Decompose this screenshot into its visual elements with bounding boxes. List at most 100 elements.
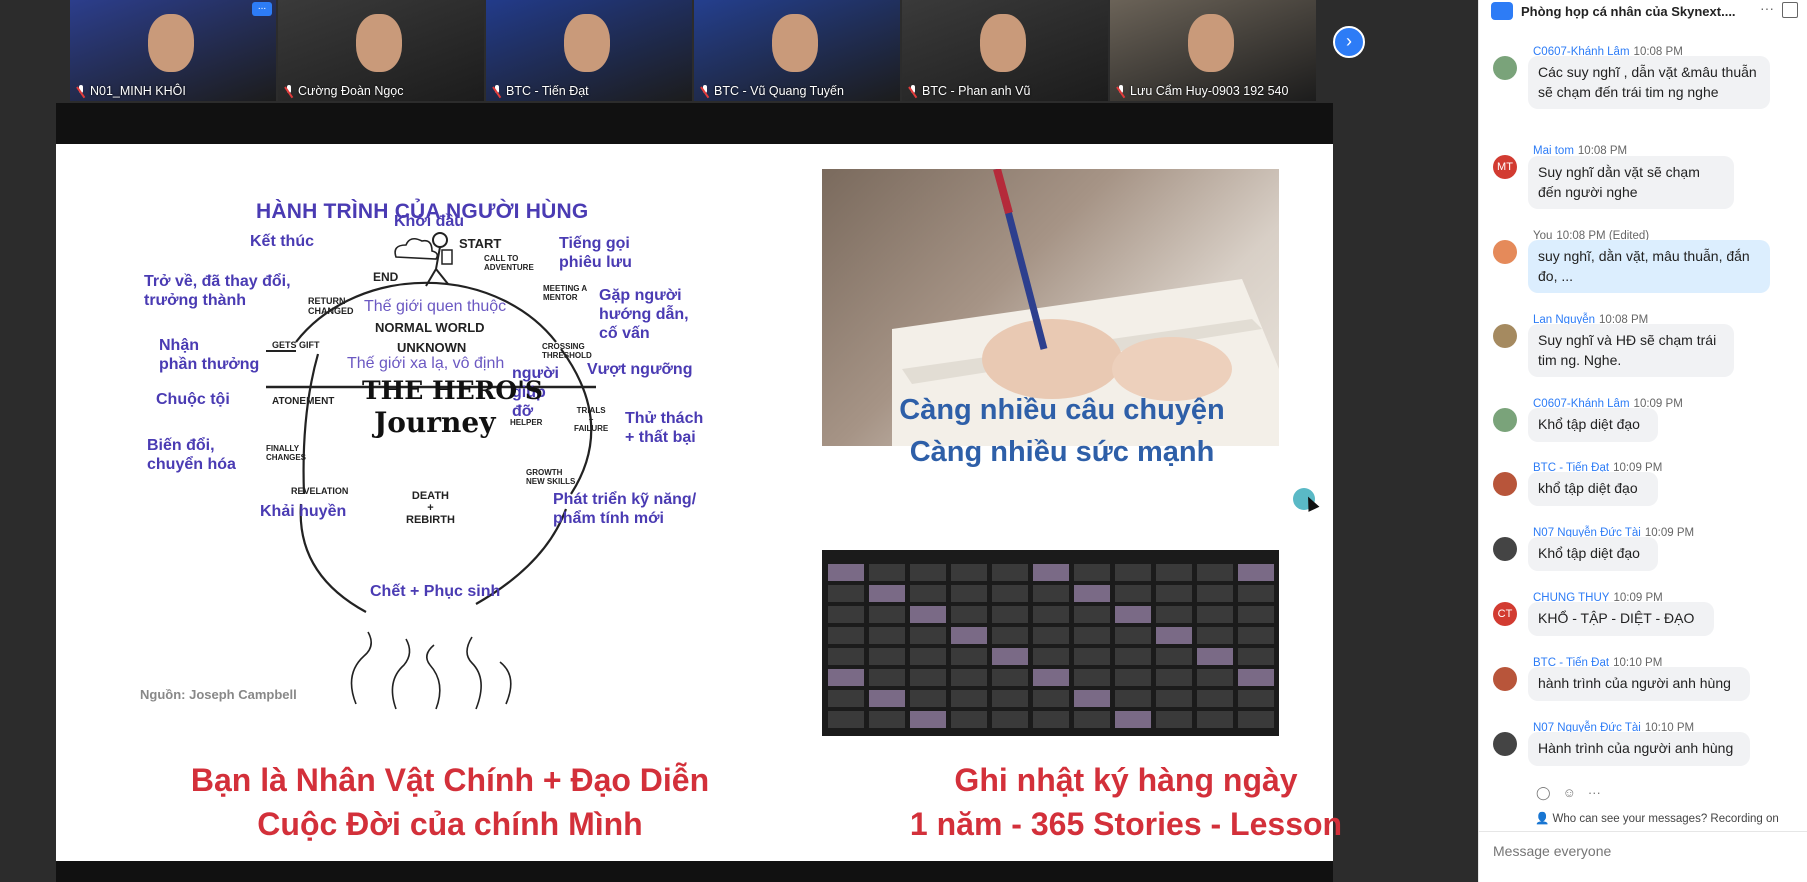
- message-bubble[interactable]: Suy nghĩ dằn vặt sẽ chạm đến người nghe: [1528, 156, 1734, 209]
- thumbnail-card: [1238, 648, 1274, 665]
- participant-tile[interactable]: Cường Đoàn Ngọc: [278, 0, 484, 101]
- thumbnail-card: [1238, 585, 1274, 602]
- bottom-left-line-2: Cuộc Đời của chính Mình: [257, 806, 643, 842]
- thumbnail-card: [951, 606, 987, 623]
- diagram-end: END: [373, 270, 399, 284]
- reply-icon[interactable]: ◯: [1536, 785, 1551, 801]
- thumbnail-card: [910, 711, 946, 728]
- thumbnail-card: [1238, 711, 1274, 728]
- thumbnail-card: [992, 564, 1028, 581]
- participant-name-text: BTC - Vũ Quang Tuyến: [714, 84, 844, 98]
- avatar: [1493, 240, 1517, 264]
- diagram-death: DEATH + REBIRTH: [406, 490, 455, 526]
- mic-off-icon: [908, 85, 918, 97]
- mic-off-icon: [284, 85, 294, 97]
- label-chet-phuc-sinh: Chết + Phục sinh: [370, 583, 501, 600]
- thumbnail-card: [992, 690, 1028, 707]
- chat-header: Phòng họp cá nhân của Skynext.... ···: [1479, 0, 1807, 22]
- diagram-meeting: MEETING A MENTOR: [543, 284, 588, 302]
- participant-tile[interactable]: ... N01_MINH KHÔI: [70, 0, 276, 101]
- thumbnail-card: [951, 669, 987, 686]
- tile-more-button[interactable]: ...: [252, 2, 272, 16]
- diagram-normal: NORMAL WORLD: [375, 320, 485, 335]
- diagram-helper: HELPER: [510, 418, 543, 427]
- thumbnail-card: [1074, 606, 1110, 623]
- thumbnail-card: [869, 606, 905, 623]
- shared-slide: HÀNH TRÌNH CỦA NGƯỜI HÙNG Kết thúc Khởi …: [56, 144, 1342, 861]
- thumbnail-card: [1074, 690, 1110, 707]
- thumbnail-card: [1156, 648, 1192, 665]
- thumbnail-card: [1115, 585, 1151, 602]
- participant-name-text: Lưu Cẩm Huy-0903 192 540: [1130, 84, 1289, 98]
- next-page-button[interactable]: ›: [1333, 26, 1365, 58]
- message-input-area: [1479, 831, 1807, 882]
- headline-line-1: Càng nhiều câu chuyện: [899, 394, 1225, 426]
- thumbnail-card: [869, 711, 905, 728]
- thumbnail-card: [992, 711, 1028, 728]
- mic-off-icon: [1116, 85, 1126, 97]
- mic-off-icon: [76, 85, 86, 97]
- thumbnail-card: [910, 669, 946, 686]
- message-bubble[interactable]: Các suy nghĩ , dẫn vặt &mâu thuẫn sẽ chạ…: [1528, 56, 1770, 109]
- emoji-icon[interactable]: ☺: [1563, 785, 1576, 801]
- message-bubble[interactable]: Khổ tập diệt đạo: [1528, 537, 1658, 571]
- participant-name: Cường Đoàn Ngọc: [284, 84, 404, 98]
- participant-name: N01_MINH KHÔI: [76, 84, 186, 98]
- message-bubble[interactable]: Hành trình của người anh hùng: [1528, 732, 1750, 766]
- participant-face: [980, 14, 1026, 72]
- participant-tile[interactable]: Lưu Cẩm Huy-0903 192 540: [1110, 0, 1316, 101]
- more-options-icon[interactable]: ···: [1760, 0, 1774, 16]
- participant-tile[interactable]: BTC - Tiến Đạt: [486, 0, 692, 101]
- label-khai-huyen: Khải huyền: [260, 503, 347, 520]
- message-input[interactable]: [1491, 842, 1785, 860]
- thumbnail-card: [1156, 669, 1192, 686]
- thumbnail-card: [828, 711, 864, 728]
- thumbnail-card: [910, 585, 946, 602]
- label-gap-nguoi: Gặp người hướng dẫn, cố vấn: [599, 287, 689, 342]
- diagram-unknown: UNKNOWN: [397, 340, 467, 355]
- message-bubble[interactable]: Suy nghĩ và HĐ sẽ chạm trái tim ng. Nghe…: [1528, 324, 1734, 377]
- message-bubble[interactable]: KHỔ - TẬP - DIỆT - ĐẠO: [1528, 602, 1714, 636]
- thumbnail-card: [828, 585, 864, 602]
- participant-tile[interactable]: BTC - Phan anh Vũ: [902, 0, 1108, 101]
- thumbnail-card: [869, 627, 905, 644]
- privacy-note[interactable]: 👤 Who can see your messages? Recording o…: [1535, 811, 1779, 825]
- avatar: [1493, 472, 1517, 496]
- diagram-finally: FINALLY CHANGES: [266, 444, 307, 462]
- thumbnail-card: [1033, 564, 1069, 581]
- message-bubble[interactable]: Khổ tập diệt đạo: [1528, 408, 1658, 442]
- thumbnail-card: [828, 606, 864, 623]
- message-bubble[interactable]: suy nghĩ, dằn vặt, mâu thuẫn, đắn đo, ..…: [1528, 240, 1770, 293]
- thumbnail-card: [910, 648, 946, 665]
- participant-tile[interactable]: BTC - Vũ Quang Tuyến: [694, 0, 900, 101]
- thumbnail-card: [1074, 711, 1110, 728]
- thumbnail-card: [1197, 648, 1233, 665]
- participant-strip: ... N01_MINH KHÔI Cường Đoàn Ngọc BTC - Tiế…: [70, 0, 1320, 101]
- thumbnail-card: [951, 690, 987, 707]
- thumbnail-card: [1197, 585, 1233, 602]
- diagram-trials: TRIALS + FAILURE: [574, 406, 609, 433]
- thumbnail-card: [1074, 648, 1110, 665]
- thumbnail-card: [828, 669, 864, 686]
- thumbnail-card: [1074, 627, 1110, 644]
- label-tro-ve: Trở về, đã thay đổi, trưởng thành: [144, 273, 291, 309]
- label-bien-doi: Biến đổi, chuyển hóa: [147, 437, 236, 473]
- thumbnail-card: [1033, 690, 1069, 707]
- avatar: [1493, 667, 1517, 691]
- thumbnail-card: [951, 648, 987, 665]
- avatar: [1493, 537, 1517, 561]
- popout-icon[interactable]: [1782, 2, 1798, 18]
- diagram-start: START: [459, 236, 502, 251]
- message-bubble[interactable]: khổ tập diệt đạo: [1528, 472, 1658, 506]
- thumbnail-card: [910, 606, 946, 623]
- thumbnail-card: [1033, 711, 1069, 728]
- thumbnail-card: [869, 690, 905, 707]
- label-vuot-nguong: Vượt ngưỡng: [587, 361, 693, 378]
- edit-icon[interactable]: [1491, 2, 1513, 20]
- participant-name: BTC - Vũ Quang Tuyến: [700, 84, 844, 98]
- message-bubble[interactable]: hành trình của người anh hùng: [1528, 667, 1750, 701]
- thumbnail-card: [1197, 711, 1233, 728]
- more-icon[interactable]: ···: [1588, 785, 1601, 801]
- thumbnail-card: [1197, 627, 1233, 644]
- avatar: CT: [1493, 602, 1517, 626]
